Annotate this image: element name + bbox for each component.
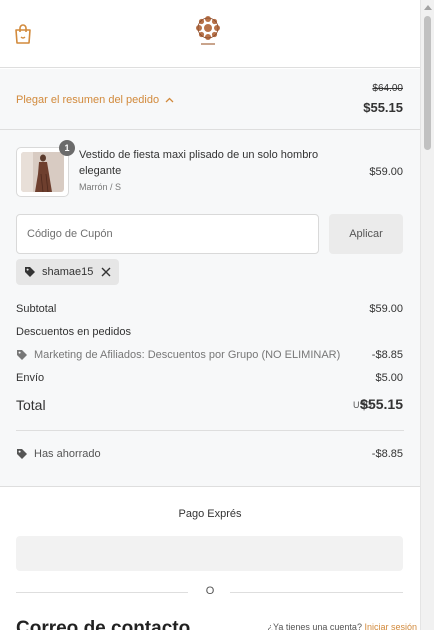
applied-coupon-code: shamae15 — [42, 266, 94, 278]
page-scrollbar[interactable] — [420, 0, 434, 630]
tag-icon — [25, 267, 35, 277]
account-prompt-text: ¿Ya tienes una cuenta? — [267, 622, 362, 630]
quantity-badge: 1 — [59, 140, 75, 156]
coupon-code-input[interactable] — [16, 214, 319, 254]
subtotal-value: $59.00 — [369, 303, 403, 315]
account-prompt: ¿Ya tienes una cuenta? Iniciar sesión — [268, 622, 417, 630]
scrollbar-thumb[interactable] — [424, 16, 431, 150]
savings-value: -$8.85 — [371, 448, 403, 460]
order-summary: Plegar el resumen del pedido $64.00 $55.… — [0, 69, 420, 487]
or-divider-left — [16, 592, 188, 593]
or-divider-label: O — [205, 585, 215, 597]
mandala-logo-icon[interactable] — [194, 14, 222, 48]
order-discounts-label: Descuentos en pedidos — [16, 326, 131, 338]
scroll-up-arrow-icon[interactable] — [424, 4, 432, 10]
shipping-value: $5.00 — [375, 372, 403, 384]
savings-line: Has ahorrado — [16, 448, 101, 460]
chevron-up-icon — [165, 97, 174, 103]
summary-total: $55.15 — [363, 100, 403, 115]
discount-line: Marketing de Afiliados: Descuentos por G… — [16, 349, 340, 361]
login-link[interactable]: Iniciar sesión — [364, 622, 417, 630]
tag-icon — [17, 449, 27, 459]
tag-icon — [17, 350, 27, 360]
product-thumbnail: 1 — [16, 140, 75, 197]
applied-coupon-tag: shamae15 — [16, 259, 120, 285]
savings-label: Has ahorrado — [34, 448, 101, 460]
shipping-label: Envío — [16, 372, 45, 384]
summary-divider — [16, 430, 404, 431]
express-checkout-title: Pago Exprés — [178, 508, 242, 520]
total-value: $55.15 — [360, 396, 403, 412]
contact-email-heading: Correo de contacto — [16, 618, 191, 630]
express-payment-button[interactable] — [16, 536, 403, 571]
or-divider-right — [230, 592, 403, 593]
apply-coupon-button[interactable]: Aplicar — [329, 214, 403, 254]
checkout-header — [0, 0, 420, 68]
product-variant: Marrón / S — [79, 182, 122, 192]
total-label: Total — [16, 397, 46, 413]
discount-value: -$8.85 — [371, 349, 403, 361]
original-price: $64.00 — [372, 83, 403, 94]
collapse-summary-toggle[interactable]: Plegar el resumen del pedido — [16, 94, 174, 106]
product-name: Vestido de fiesta maxi plisado de un sol… — [79, 149, 319, 177]
close-icon[interactable] — [99, 265, 113, 279]
product-image — [21, 152, 64, 192]
summary-toggle-row[interactable]: Plegar el resumen del pedido $64.00 $55.… — [0, 69, 420, 130]
shopping-bag-icon[interactable] — [14, 23, 32, 45]
subtotal-label: Subtotal — [16, 303, 57, 315]
collapse-summary-label[interactable]: Plegar el resumen del pedido — [16, 94, 159, 106]
product-price: $59.00 — [369, 166, 403, 178]
discount-name: Marketing de Afiliados: Descuentos por G… — [34, 349, 341, 361]
